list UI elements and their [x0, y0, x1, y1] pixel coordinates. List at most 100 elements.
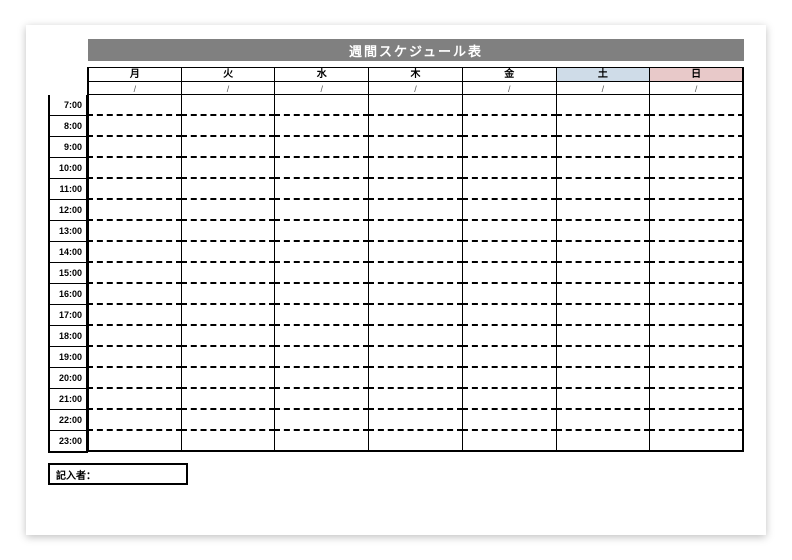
schedule-cell[interactable]: [87, 284, 182, 305]
schedule-cell[interactable]: [274, 284, 369, 305]
schedule-cell[interactable]: [462, 284, 557, 305]
schedule-cell[interactable]: [368, 221, 463, 242]
schedule-cell[interactable]: [462, 305, 557, 326]
schedule-cell[interactable]: [368, 368, 463, 389]
schedule-cell[interactable]: [556, 242, 651, 263]
schedule-cell[interactable]: [274, 137, 369, 158]
schedule-cell[interactable]: [368, 200, 463, 221]
schedule-cell[interactable]: [649, 179, 744, 200]
schedule-cell[interactable]: [181, 95, 276, 116]
schedule-cell[interactable]: [181, 410, 276, 431]
schedule-cell[interactable]: [368, 305, 463, 326]
schedule-cell[interactable]: [274, 179, 369, 200]
schedule-cell[interactable]: [87, 263, 182, 284]
schedule-cell[interactable]: [87, 242, 182, 263]
schedule-cell[interactable]: [649, 116, 744, 137]
date-cell-tue[interactable]: /: [181, 81, 276, 95]
schedule-cell[interactable]: [368, 242, 463, 263]
schedule-cell[interactable]: [368, 95, 463, 116]
schedule-cell[interactable]: [556, 305, 651, 326]
schedule-cell[interactable]: [556, 137, 651, 158]
schedule-cell[interactable]: [87, 158, 182, 179]
schedule-cell[interactable]: [181, 242, 276, 263]
schedule-cell[interactable]: [462, 179, 557, 200]
schedule-cell[interactable]: [556, 368, 651, 389]
schedule-cell[interactable]: [274, 242, 369, 263]
schedule-cell[interactable]: [649, 158, 744, 179]
schedule-cell[interactable]: [462, 242, 557, 263]
schedule-cell[interactable]: [649, 200, 744, 221]
schedule-cell[interactable]: [462, 221, 557, 242]
schedule-cell[interactable]: [462, 263, 557, 284]
schedule-cell[interactable]: [181, 326, 276, 347]
schedule-cell[interactable]: [556, 179, 651, 200]
schedule-cell[interactable]: [87, 410, 182, 431]
schedule-cell[interactable]: [368, 284, 463, 305]
schedule-cell[interactable]: [368, 431, 463, 452]
schedule-cell[interactable]: [556, 158, 651, 179]
schedule-cell[interactable]: [368, 410, 463, 431]
schedule-cell[interactable]: [368, 326, 463, 347]
schedule-cell[interactable]: [274, 158, 369, 179]
schedule-cell[interactable]: [274, 368, 369, 389]
schedule-cell[interactable]: [649, 95, 744, 116]
schedule-cell[interactable]: [181, 200, 276, 221]
schedule-cell[interactable]: [368, 158, 463, 179]
schedule-cell[interactable]: [181, 389, 276, 410]
schedule-cell[interactable]: [556, 410, 651, 431]
schedule-cell[interactable]: [368, 347, 463, 368]
schedule-cell[interactable]: [274, 389, 369, 410]
schedule-cell[interactable]: [556, 116, 651, 137]
schedule-cell[interactable]: [181, 179, 276, 200]
schedule-cell[interactable]: [181, 221, 276, 242]
schedule-cell[interactable]: [181, 347, 276, 368]
schedule-cell[interactable]: [556, 95, 651, 116]
schedule-cell[interactable]: [649, 263, 744, 284]
schedule-cell[interactable]: [556, 389, 651, 410]
date-cell-wed[interactable]: /: [274, 81, 369, 95]
schedule-cell[interactable]: [181, 137, 276, 158]
schedule-cell[interactable]: [368, 263, 463, 284]
schedule-cell[interactable]: [274, 263, 369, 284]
date-cell-thu[interactable]: /: [368, 81, 463, 95]
schedule-cell[interactable]: [649, 284, 744, 305]
schedule-cell[interactable]: [649, 326, 744, 347]
schedule-cell[interactable]: [556, 347, 651, 368]
schedule-cell[interactable]: [87, 431, 182, 452]
schedule-cell[interactable]: [556, 221, 651, 242]
schedule-cell[interactable]: [368, 179, 463, 200]
schedule-cell[interactable]: [87, 221, 182, 242]
schedule-cell[interactable]: [274, 95, 369, 116]
schedule-cell[interactable]: [462, 200, 557, 221]
schedule-cell[interactable]: [649, 410, 744, 431]
schedule-cell[interactable]: [181, 284, 276, 305]
schedule-cell[interactable]: [274, 200, 369, 221]
schedule-cell[interactable]: [87, 200, 182, 221]
schedule-cell[interactable]: [649, 221, 744, 242]
schedule-cell[interactable]: [274, 116, 369, 137]
schedule-cell[interactable]: [181, 116, 276, 137]
schedule-cell[interactable]: [87, 116, 182, 137]
schedule-cell[interactable]: [649, 242, 744, 263]
schedule-cell[interactable]: [274, 431, 369, 452]
schedule-cell[interactable]: [462, 410, 557, 431]
schedule-cell[interactable]: [556, 431, 651, 452]
schedule-cell[interactable]: [181, 431, 276, 452]
schedule-cell[interactable]: [556, 284, 651, 305]
schedule-cell[interactable]: [87, 179, 182, 200]
schedule-cell[interactable]: [462, 95, 557, 116]
schedule-cell[interactable]: [649, 389, 744, 410]
schedule-cell[interactable]: [368, 137, 463, 158]
schedule-cell[interactable]: [274, 305, 369, 326]
schedule-cell[interactable]: [556, 326, 651, 347]
schedule-cell[interactable]: [368, 116, 463, 137]
schedule-cell[interactable]: [368, 389, 463, 410]
schedule-cell[interactable]: [462, 431, 557, 452]
date-cell-sun[interactable]: /: [649, 81, 744, 95]
schedule-cell[interactable]: [274, 347, 369, 368]
schedule-cell[interactable]: [462, 389, 557, 410]
recorder-field[interactable]: 記入者：: [48, 463, 188, 485]
schedule-cell[interactable]: [649, 368, 744, 389]
schedule-cell[interactable]: [462, 368, 557, 389]
schedule-cell[interactable]: [462, 116, 557, 137]
